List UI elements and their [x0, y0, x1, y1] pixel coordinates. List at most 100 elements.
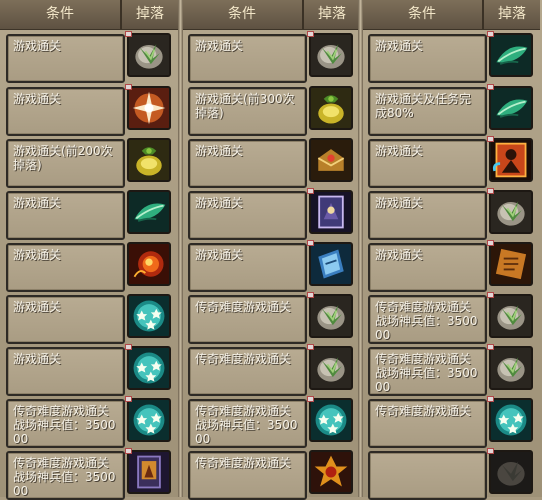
bind-tag-icon [125, 31, 132, 37]
blue-ticket-icon[interactable] [309, 242, 353, 286]
drop-row: 游戏通关 [362, 31, 540, 83]
drop-row: 游戏通关 [182, 136, 360, 188]
bind-tag-icon [487, 448, 494, 454]
herb-icon[interactable] [489, 294, 533, 338]
green-leaf-icon[interactable] [489, 33, 533, 77]
treasure-box-icon[interactable] [309, 138, 353, 182]
star-orb-icon[interactable] [489, 398, 533, 442]
condition-text: 游戏通关 [13, 300, 62, 314]
header-drop-label: 掉落 [136, 6, 164, 22]
bind-tag-icon [125, 84, 132, 90]
star-orb-icon[interactable] [309, 398, 353, 442]
drop-row: 游戏通关 [0, 188, 178, 240]
drop-row: 游戏通关及任务完成80% [362, 84, 540, 136]
header-condition: 条件 [0, 0, 122, 30]
bind-tag-icon [307, 292, 314, 298]
header-condition-label: 条件 [408, 6, 436, 22]
header-condition: 条件 [362, 0, 484, 30]
warrior-card-icon[interactable] [489, 138, 533, 182]
condition-cell: 游戏通关(前200次掉落) [6, 139, 125, 188]
condition-text [370, 453, 485, 456]
condition-cell: 传奇难度游戏通关 战场神兵值：350000 [6, 451, 125, 500]
header-condition: 条件 [182, 0, 304, 30]
condition-cell: 游戏通关 [6, 347, 125, 396]
drop-row: 传奇难度游戏通关 [182, 448, 360, 500]
drop-row: 游戏通关 [0, 240, 178, 292]
condition-text: 传奇难度游戏通关 [375, 404, 472, 418]
drop-row: 传奇难度游戏通关 战场神兵值：350000 [362, 344, 540, 396]
drop-row: 游戏通关 [0, 292, 178, 344]
drop-row [362, 448, 540, 500]
header-drop: 掉落 [484, 0, 540, 30]
purple-card-icon[interactable] [309, 190, 353, 234]
drop-row: 游戏通关 [362, 240, 540, 292]
bind-tag-icon [487, 292, 494, 298]
condition-cell: 游戏通关 [368, 243, 487, 292]
bind-tag-icon [487, 31, 494, 37]
scroll-card-icon[interactable] [127, 450, 171, 494]
header-drop-label: 掉落 [318, 6, 346, 22]
dark-herb-icon[interactable] [489, 450, 533, 494]
herb-icon[interactable] [309, 294, 353, 338]
condition-text: 游戏通关 [195, 39, 244, 53]
drop-row: 传奇难度游戏通关 战场神兵值：350000 [362, 292, 540, 344]
bind-tag-icon [307, 240, 314, 246]
condition-cell: 游戏通关 [6, 87, 125, 136]
condition-text: 游戏通关 [13, 92, 62, 106]
drop-column-2: 条件 掉落 游戏通关 游戏通关(前300次掉落) 游戏通关 游戏通关 游戏通关 传奇难度游戏通… [182, 0, 360, 500]
condition-text: 传奇难度游戏通关 战场神兵值：350000 [13, 404, 116, 446]
condition-text: 传奇难度游戏通关 [195, 300, 292, 314]
drop-row: 游戏通关 [0, 344, 178, 396]
star-orb-icon[interactable] [127, 294, 171, 338]
bind-tag-icon [125, 344, 132, 350]
condition-cell: 游戏通关 [6, 295, 125, 344]
drop-column-1: 条件 掉落 游戏通关 游戏通关 游戏通关(前200次掉落) 游戏通关 游戏通关 游戏通关 游戏通… [0, 0, 178, 500]
drop-row: 传奇难度游戏通关 [182, 292, 360, 344]
herb-icon[interactable] [489, 190, 533, 234]
star-orb-icon[interactable] [127, 346, 171, 390]
condition-text: 传奇难度游戏通关 战场神兵值：350000 [375, 300, 478, 342]
drop-row: 游戏通关 [182, 31, 360, 83]
condition-text: 游戏通关(前200次掉落) [13, 144, 113, 172]
header-drop-label: 掉落 [498, 6, 526, 22]
gold-bag-icon[interactable] [127, 138, 171, 182]
starburst-icon[interactable] [127, 86, 171, 130]
condition-text: 游戏通关 [13, 248, 62, 262]
condition-text: 游戏通关 [13, 39, 62, 53]
condition-cell: 传奇难度游戏通关 战场神兵值：350000 [188, 399, 307, 448]
condition-text: 游戏通关 [195, 144, 244, 158]
condition-text: 游戏通关 [13, 196, 62, 210]
drop-row: 游戏通关(前300次掉落) [182, 84, 360, 136]
condition-text: 传奇难度游戏通关 战场神兵值：350000 [195, 404, 298, 446]
bind-tag-icon [487, 344, 494, 350]
condition-text: 传奇难度游戏通关 [195, 456, 292, 470]
bind-tag-icon [487, 396, 494, 402]
herb-icon[interactable] [309, 346, 353, 390]
bind-tag-icon [125, 448, 132, 454]
star-orb-icon[interactable] [127, 398, 171, 442]
condition-cell: 传奇难度游戏通关 [188, 295, 307, 344]
condition-cell: 游戏通关 [188, 34, 307, 83]
bind-tag-icon [307, 396, 314, 402]
green-leaf-icon[interactable] [489, 86, 533, 130]
bind-tag-icon [125, 396, 132, 402]
green-leaf-icon[interactable] [127, 190, 171, 234]
condition-cell: 游戏通关 [188, 191, 307, 240]
fire-orb-icon[interactable] [127, 242, 171, 286]
condition-text: 游戏通关 [375, 144, 424, 158]
golden-emblem-icon[interactable] [309, 450, 353, 494]
drop-row: 传奇难度游戏通关 战场神兵值：350000 [0, 448, 178, 500]
herb-icon[interactable] [489, 346, 533, 390]
herb-icon[interactable] [127, 33, 171, 77]
condition-cell: 传奇难度游戏通关 [368, 399, 487, 448]
drop-row: 传奇难度游戏通关 [182, 344, 360, 396]
condition-cell: 游戏通关 [368, 34, 487, 83]
drop-row: 游戏通关(前200次掉落) [0, 136, 178, 188]
bind-tag-icon [487, 240, 494, 246]
orange-scroll-icon[interactable] [489, 242, 533, 286]
condition-cell: 游戏通关 [368, 139, 487, 188]
gold-bag-icon[interactable] [309, 86, 353, 130]
header-condition-label: 条件 [228, 6, 256, 22]
herb-icon[interactable] [309, 33, 353, 77]
condition-cell: 传奇难度游戏通关 战场神兵值：350000 [368, 295, 487, 344]
